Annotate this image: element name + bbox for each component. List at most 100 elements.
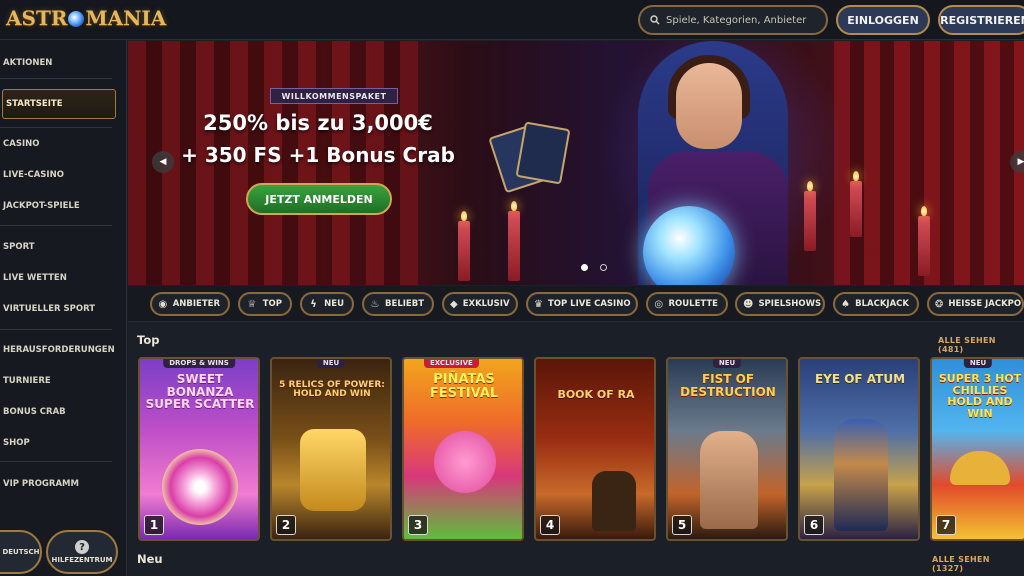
- hero-banner[interactable]: WILLKOMMENSPAKET 250% bis zu 3,000€ + 35…: [128, 41, 1024, 285]
- diamond-icon: ◆: [450, 298, 458, 310]
- see-all-top-link[interactable]: ALLE SEHEN (481): [938, 336, 1024, 354]
- pinata-pig-art: [434, 431, 496, 493]
- sidebar-item-vip-programm[interactable]: VIP PROGRAMM: [0, 474, 120, 494]
- category-exklusiv[interactable]: ◆ EXKLUSIV: [442, 292, 518, 316]
- search-box[interactable]: [638, 5, 828, 35]
- sidebar-item-shop[interactable]: SHOP: [0, 433, 120, 453]
- sidebar-item-virtueller-sport[interactable]: VIRTUELLER SPORT: [0, 299, 120, 319]
- category-label: BELIEBT: [385, 299, 424, 309]
- top-bar: ASTRMANIA EINLOGGEN REGISTRIEREN: [0, 0, 1024, 40]
- category-bar: ◉ ANBIETER ♕ TOP ϟ NEU ♨ BELIEBT ◆ EXKLUSIV ♛…: [128, 286, 1024, 322]
- promo-headline: 250% bis zu 3,000€: [203, 111, 433, 135]
- game-tile[interactable]: EYE OF ATUM 6: [798, 357, 920, 541]
- login-button[interactable]: EINLOGGEN: [836, 5, 930, 35]
- search-icon: [650, 15, 660, 25]
- category-top[interactable]: ♕ TOP: [238, 292, 292, 316]
- game-tag: NEU: [316, 359, 346, 368]
- register-button[interactable]: REGISTRIEREN: [938, 5, 1024, 35]
- sidebar-item-sport[interactable]: SPORT: [0, 237, 120, 257]
- game-title: SUPER 3 HOT CHILLIES HOLD AND WIN: [938, 372, 1022, 420]
- golden-idol-art: [300, 429, 366, 511]
- language-button[interactable]: DEUTSCH: [0, 530, 42, 574]
- game-rank: 4: [540, 515, 560, 535]
- category-label: ANBIETER: [172, 299, 220, 309]
- candle: [508, 201, 520, 281]
- category-label: NEU: [324, 299, 344, 309]
- sidebar-item-aktionen[interactable]: AKTIONEN: [0, 53, 120, 73]
- game-title: SWEET BONANZA SUPER SCATTER: [145, 372, 255, 412]
- game-title: EYE OF ATUM: [814, 372, 906, 386]
- candle: [850, 171, 862, 237]
- candy-art: [162, 449, 238, 525]
- game-rank: 5: [672, 515, 692, 535]
- game-tile[interactable]: BOOK OF RA 4: [534, 357, 656, 541]
- section-title-new: Neu: [137, 552, 163, 566]
- game-title: PIÑATAS FESTIVAL: [429, 372, 499, 401]
- carousel-dot-active[interactable]: [581, 264, 588, 271]
- category-neu[interactable]: ϟ NEU: [300, 292, 354, 316]
- game-rank: 6: [804, 515, 824, 535]
- game-tag: DROPS & WINS: [163, 359, 235, 368]
- welcome-package-badge: WILLKOMMENSPAKET: [270, 88, 398, 104]
- language-label: DEUTSCH: [2, 548, 40, 556]
- sidebar-item-casino[interactable]: CASINO: [0, 134, 120, 154]
- signup-now-button[interactable]: JETZT ANMELDEN: [246, 183, 392, 215]
- candle: [804, 181, 816, 251]
- flame-icon: ♨: [370, 298, 380, 310]
- search-input[interactable]: [666, 14, 826, 26]
- sidebar-divider: [0, 78, 112, 79]
- roulette-icon: ◎: [654, 298, 664, 310]
- category-anbieter[interactable]: ◉ ANBIETER: [150, 292, 230, 316]
- game-tile[interactable]: EXCLUSIVE PIÑATAS FESTIVAL 3: [402, 357, 524, 541]
- sidebar-divider: [0, 127, 112, 128]
- section-title-top: Top: [137, 333, 160, 347]
- provider-icon: ◉: [158, 298, 168, 310]
- game-rank: 7: [936, 515, 956, 535]
- category-label: BLACKJACK: [855, 299, 909, 309]
- sombrero-art: [950, 451, 1010, 485]
- game-tile[interactable]: NEU SUPER 3 HOT CHILLIES HOLD AND WIN 7: [930, 357, 1024, 541]
- sidebar-item-live-wetten[interactable]: LIVE WETTEN: [0, 268, 120, 288]
- category-spielshows[interactable]: ☻ SPIELSHOWS: [735, 292, 825, 316]
- game-title: BOOK OF RA: [557, 388, 635, 401]
- help-center-button[interactable]: ? HILFEZENTRUM: [46, 530, 118, 574]
- game-rank: 1: [144, 515, 164, 535]
- sidebar-item-startseite[interactable]: STARTSEITE: [2, 89, 116, 119]
- sidebar-item-bonus-crab[interactable]: BONUS CRAB: [0, 402, 120, 422]
- warrior-art: [700, 431, 758, 529]
- game-tile[interactable]: NEU 5 RELICS OF POWER: HOLD AND WIN 2: [270, 357, 392, 541]
- carousel-dot[interactable]: [600, 264, 607, 271]
- show-icon: ☻: [743, 298, 754, 310]
- astromania-logo[interactable]: ASTR MANIA: [6, 6, 166, 30]
- sidebar-item-turniere[interactable]: TURNIERE: [0, 371, 120, 391]
- game-title: FIST OF DESTRUCTION: [680, 372, 776, 399]
- category-label: TOP: [262, 299, 282, 309]
- carousel-prev-icon[interactable]: ◀: [152, 151, 174, 173]
- sidebar-item-jackpot-spiele[interactable]: JACKPOT-SPIELE: [0, 196, 120, 216]
- promo-subheadline: + 350 FS +1 Bonus Crab: [181, 143, 455, 167]
- cards-icon: ♠: [841, 298, 851, 310]
- category-label: ROULETTE: [668, 299, 719, 309]
- candle: [458, 211, 470, 281]
- pharaoh-art: [834, 419, 888, 531]
- category-roulette[interactable]: ◎ ROULETTE: [646, 292, 728, 316]
- game-tile[interactable]: NEU FIST OF DESTRUCTION 5: [666, 357, 788, 541]
- game-tile[interactable]: DROPS & WINS SWEET BONANZA SUPER SCATTER…: [138, 357, 260, 541]
- category-beliebt[interactable]: ♨ BELIEBT: [362, 292, 434, 316]
- help-center-label: HILFEZENTRUM: [51, 556, 113, 564]
- orb-logo-icon: [68, 11, 85, 27]
- game-rank: 2: [276, 515, 296, 535]
- lightning-icon: ϟ: [310, 298, 317, 310]
- trophy-icon: ♕: [247, 298, 257, 310]
- sidebar-item-live-casino[interactable]: LIVE-CASINO: [0, 165, 120, 185]
- game-tag: NEU: [712, 359, 742, 368]
- category-top-live-casino[interactable]: ♛ TOP LIVE CASINO: [526, 292, 638, 316]
- sidebar-item-herausforderungen[interactable]: HERAUSFORDERUNGEN: [0, 340, 120, 360]
- game-title: 5 RELICS OF POWER: HOLD AND WIN: [279, 380, 385, 400]
- category-label: HEISSE JACKPOTS: [948, 299, 1022, 309]
- category-blackjack[interactable]: ♠ BLACKJACK: [833, 292, 919, 316]
- category-heisse-jackpots[interactable]: ❂ HEISSE JACKPOTS: [927, 292, 1024, 316]
- tarot-card: [515, 121, 571, 185]
- question-icon: ?: [75, 540, 89, 554]
- see-all-new-link[interactable]: ALLE SEHEN (1327): [932, 555, 1024, 573]
